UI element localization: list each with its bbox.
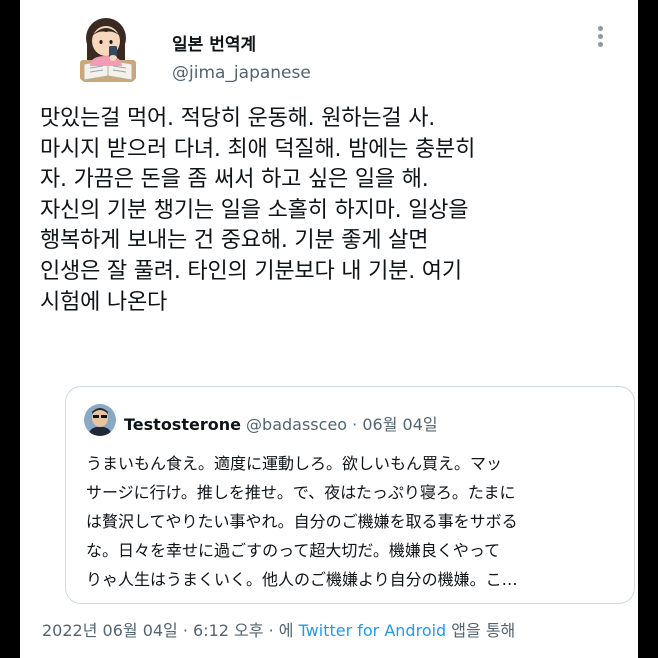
tweet-line: 자. 가끔은 돈을 좀 써서 하고 싶은 일을 해. [40, 167, 429, 193]
quote-header: Testosterone @badassceo · 06월 04일 [124, 411, 438, 435]
quote-avatar[interactable] [84, 404, 116, 436]
tweet-card: 일본 번역계 @jima_japanese 맛있는걸 먹어. 적당히 운동해. … [20, 0, 638, 658]
tweet-line: 마시지 받으러 다녀. 최애 덕질해. 밤에는 충분히 [40, 136, 476, 162]
avatar[interactable] [68, 10, 148, 90]
quote-line: は贅沢してやりたい事やれ。自分のご機嫌を取る事をサボる [86, 512, 518, 531]
quote-line: うまいもん食え。適度に運動しろ。欲しいもん買え。マッ [86, 454, 503, 473]
source-link[interactable]: Twitter for Android [299, 621, 447, 640]
author-display-name[interactable]: 일본 번역계 [172, 30, 256, 55]
more-options-icon[interactable] [592, 26, 608, 52]
source-suffix: 앱을 통해 [446, 621, 516, 640]
quote-separator: · [347, 415, 363, 434]
timestamp[interactable]: 2022년 06월 04일 · 6:12 오후 · 에 [42, 621, 299, 640]
author-handle[interactable]: @jima_japanese [172, 63, 311, 83]
quoted-tweet[interactable]: Testosterone @badassceo · 06월 04일 うまいもん食… [65, 386, 635, 604]
quote-date[interactable]: 06월 04일 [362, 415, 437, 434]
tweet-line: 자신의 기분 챙기는 일을 소홀히 하지마. 일상을 [40, 197, 469, 223]
tweet-line: 인생은 잘 풀려. 타인의 기분보다 내 기분. 여기 [40, 258, 462, 284]
tweet-line: 맛있는걸 먹어. 적당히 운동해. 원하는걸 사. [40, 106, 436, 131]
quote-line: りゃ人生はうまくいく。他人のご機嫌より自分の機嫌。こ… [86, 570, 518, 589]
quote-line: な。日々を幸せに過ごすのって超大切だ。機嫌良くやって [86, 541, 501, 560]
quote-handle[interactable]: @badassceo [246, 415, 347, 434]
tweet-text: 맛있는걸 먹어. 적당히 운동해. 원하는걸 사. 마시지 받으러 다녀. 최애… [40, 104, 620, 318]
tweet-line: 시험에 나온다 [40, 289, 168, 315]
quote-line: サージに行け。推しを推せ。で、夜はたっぷり寝ろ。たまに [86, 483, 516, 502]
tweet-line: 행복하게 보내는 건 중요해. 기분 좋게 살면 [40, 228, 429, 254]
quote-display-name[interactable]: Testosterone [124, 415, 241, 434]
avatar-illustration-icon [68, 10, 148, 90]
quote-text: うまいもん食え。適度に運動しろ。欲しいもん買え。マッ サージに行け。推しを推せ。… [86, 449, 626, 594]
tweet-metadata: 2022년 06월 04일 · 6:12 오후 · 에 Twitter for … [42, 617, 515, 641]
quote-avatar-icon [84, 404, 116, 436]
